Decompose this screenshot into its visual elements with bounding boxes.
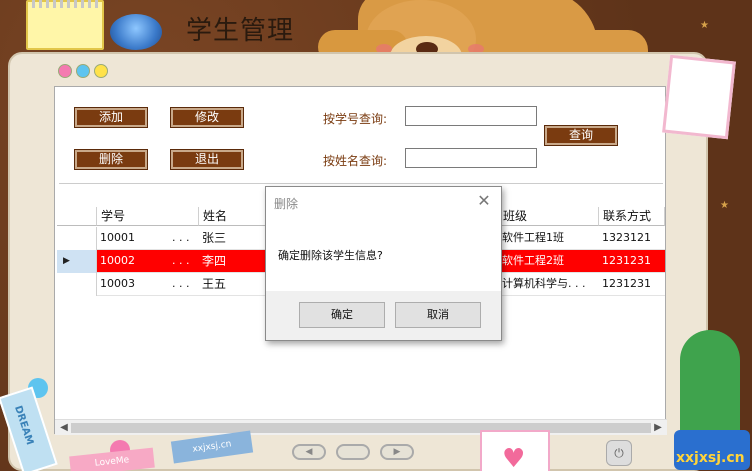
delete-button[interactable]: 删除 (74, 149, 148, 170)
delete-confirm-dialog: 删除 ✕ 确定删除该学生信息? 确定 取消 (265, 186, 502, 341)
nav-buttons: ◀ ▶ (292, 444, 414, 460)
cactus-decoration (680, 330, 740, 440)
col-header-class[interactable]: 班级 (499, 207, 599, 226)
window-dots (58, 64, 108, 78)
add-button[interactable]: 添加 (74, 107, 148, 128)
edit-button[interactable]: 修改 (170, 107, 244, 128)
pink-note-decoration (662, 54, 736, 140)
search-button[interactable]: 查询 (544, 125, 618, 146)
next-icon[interactable]: ▶ (380, 444, 414, 460)
search-by-id-label: 按学号查询: (323, 112, 388, 126)
yellow-face-icon (94, 64, 108, 78)
cell-phone: 1231231 (602, 254, 651, 267)
col-header-id[interactable]: 学号 (97, 207, 199, 226)
watermark: xxjxsj.cn (676, 450, 745, 466)
heart-card: ♥ (480, 430, 550, 471)
toolbar: 添加 修改 删除 退出 按学号查询: 按姓名查询: 查询 (55, 87, 665, 183)
search-by-id-input[interactable] (405, 106, 537, 126)
ok-button[interactable]: 确定 (299, 302, 385, 328)
exit-button[interactable]: 退出 (170, 149, 244, 170)
star-icon: ★ (700, 20, 709, 31)
cell-class: 软件工程2班 (502, 254, 564, 267)
blue-face-icon (76, 64, 90, 78)
cell-ellipsis: . . . (172, 231, 190, 244)
power-icon[interactable]: ⏻ (606, 440, 632, 466)
dialog-body: 确定删除该学生信息? (266, 217, 501, 291)
scroll-thumb[interactable] (71, 423, 651, 433)
search-by-name-label: 按姓名查询: (323, 154, 388, 168)
table-corner (57, 207, 97, 226)
row-header[interactable] (57, 273, 97, 296)
row-header[interactable]: ▶ (57, 250, 97, 273)
horizontal-scrollbar[interactable]: ◀ ▶ (55, 419, 667, 435)
star-icon: ★ (720, 200, 729, 211)
row-header[interactable] (57, 227, 97, 250)
dream-text: DREAM (12, 404, 36, 447)
cell-class: 软件工程1班 (502, 231, 564, 244)
cell-class: 计算机科学与. . . (502, 277, 586, 290)
heart-icon: ♥ (502, 444, 526, 471)
cell-phone: 1231231 (602, 277, 651, 290)
cell-ellipsis: . . . (172, 254, 190, 267)
middle-icon[interactable] (336, 444, 370, 460)
divider (59, 183, 663, 184)
laptop-logo (110, 14, 162, 50)
cell-id: 10003 (100, 277, 135, 290)
row-pointer-icon: ▶ (63, 256, 70, 266)
dialog-titlebar: 删除 ✕ (266, 187, 501, 217)
cell-id: 10002 (100, 254, 135, 267)
notepad-icon (26, 0, 104, 50)
cancel-button[interactable]: 取消 (395, 302, 481, 328)
cell-phone: 1323121 (602, 231, 651, 244)
close-icon[interactable]: ✕ (475, 192, 493, 210)
pink-face-icon (58, 64, 72, 78)
prev-icon[interactable]: ◀ (292, 444, 326, 460)
dialog-message: 确定删除该学生信息? (278, 249, 383, 262)
cell-id: 10001 (100, 231, 135, 244)
page-title: 学生管理 (186, 16, 295, 46)
scroll-left-icon[interactable]: ◀ (57, 421, 71, 435)
cell-ellipsis: . . . (172, 277, 190, 290)
col-header-phone[interactable]: 联系方式 (599, 207, 665, 226)
search-by-name-input[interactable] (405, 148, 537, 168)
dialog-title: 删除 (274, 197, 299, 211)
scroll-right-icon[interactable]: ▶ (651, 421, 665, 435)
